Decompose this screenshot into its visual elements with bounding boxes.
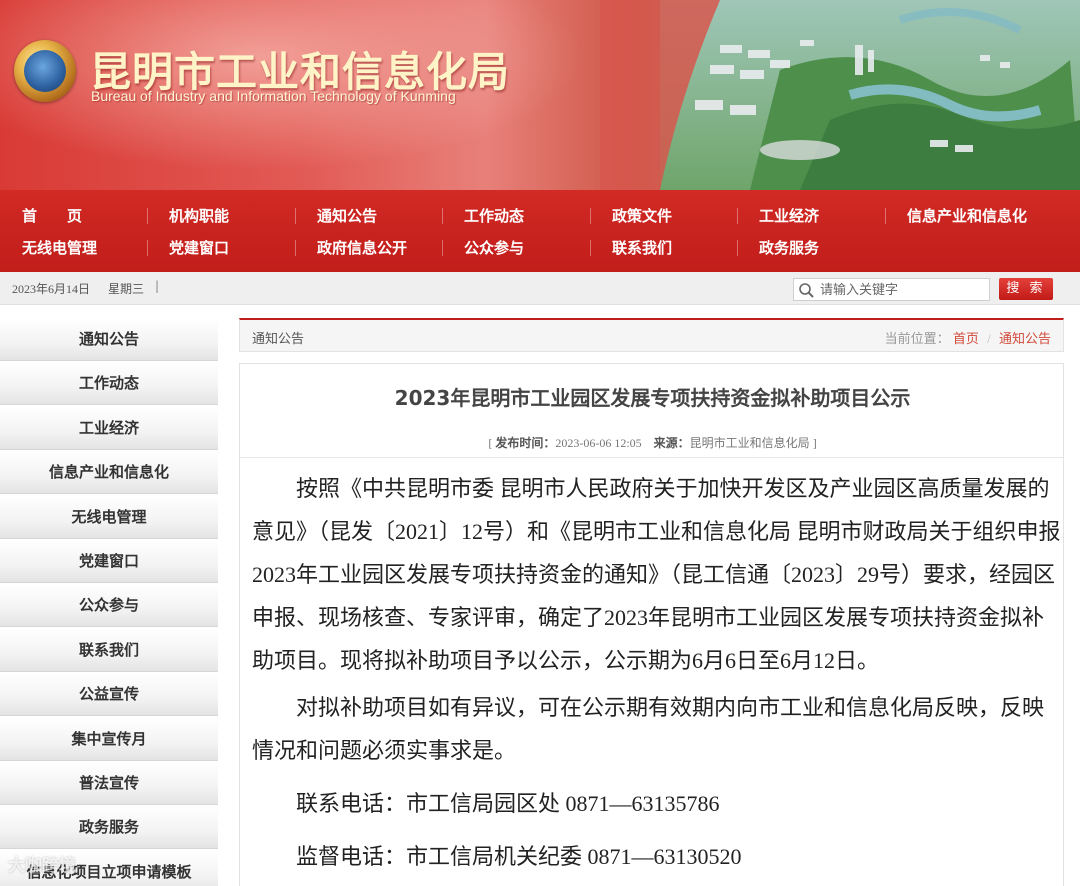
nav-item-industrial-economy[interactable]: 工业经济: [737, 202, 884, 230]
article-paragraph: 对拟补助项目如有异议，可在公示期有效期内向市工业和信息化局反映，反映情况和问题必…: [252, 695, 1045, 763]
sidebar-item-notices[interactable]: 通知公告: [0, 318, 218, 361]
sidebar-item-industrial-economy[interactable]: 工业经济: [0, 406, 218, 450]
nav-item-info-industry[interactable]: 信息产业和信息化: [885, 202, 1080, 230]
article: 2023年昆明市工业园区发展专项扶持资金拟补助项目公示 [ 发布时间：2023-…: [239, 363, 1064, 886]
nav-item-policy[interactable]: 政策文件: [590, 202, 737, 230]
current-weekday: 星期三: [108, 282, 145, 296]
search-icon: [799, 283, 814, 298]
sidebar-item-public-participation[interactable]: 公众参与: [0, 584, 218, 628]
nav-item-public-participation[interactable]: 公众参与: [442, 234, 589, 262]
publish-time-label: 发布时间：: [495, 436, 556, 450]
breadcrumb-home-link[interactable]: 首页: [953, 331, 979, 346]
watermark: 大咖跨境: [8, 856, 76, 876]
search-box: [793, 278, 990, 301]
meta-divider: [240, 457, 1063, 458]
publish-time: 2023-06-06 12:05: [555, 436, 642, 450]
sidebar-item-party[interactable]: 党建窗口: [0, 539, 218, 583]
sidebar: 通知公告 工作动态 工业经济 信息产业和信息化 无线电管理 党建窗口 公众参与 …: [0, 318, 218, 886]
sidebar-item-contact[interactable]: 联系我们: [0, 628, 218, 672]
info-separator: |: [155, 279, 160, 293]
nav-item-radio[interactable]: 无线电管理: [0, 234, 147, 262]
nav-item-gov-service[interactable]: 政务服务: [737, 234, 884, 262]
search-input[interactable]: [820, 280, 986, 300]
nav-row-2: 无线电管理 党建窗口 政府信息公开 公众参与 联系我们 政务服务: [0, 234, 1080, 262]
article-paragraph: 按照《中共昆明市委 昆明市人民政府关于加快开发区及产业园区高质量发展的意见》（昆…: [252, 476, 1061, 673]
source-label: 来源：: [653, 436, 690, 450]
search-button[interactable]: 搜 索: [999, 278, 1053, 300]
nav-item-notices[interactable]: 通知公告: [295, 202, 442, 230]
bureau-logo-icon[interactable]: [14, 40, 76, 102]
breadcrumb-path: 当前位置： 首页 / 通知公告: [885, 328, 1051, 347]
nav-item-party[interactable]: 党建窗口: [147, 234, 294, 262]
nav-item-gov-info[interactable]: 政府信息公开: [295, 234, 442, 262]
site-banner: 昆明市工业和信息化局 Bureau of Industry and Inform…: [0, 0, 1080, 190]
contact-phone: 联系电话：市工信局园区处 0871—63135786: [296, 791, 720, 816]
nav-item-work-news[interactable]: 工作动态: [442, 202, 589, 230]
meta-close-bracket: ]: [812, 436, 817, 450]
site-subtitle: Bureau of Industry and Information Techn…: [91, 88, 456, 104]
nav-row-1: 首 页 机构职能 通知公告 工作动态 政策文件 工业经济 信息产业和信息化: [0, 202, 1080, 230]
sidebar-item-law[interactable]: 普法宣传: [0, 761, 218, 805]
sidebar-item-campaign-month[interactable]: 集中宣传月: [0, 717, 218, 761]
sidebar-item-radio[interactable]: 无线电管理: [0, 495, 218, 539]
info-bar: 2023年6月14日 星期三 | 搜 索: [0, 272, 1080, 305]
breadcrumb-separator: /: [987, 331, 991, 346]
banner-park-scene-image: [600, 0, 1080, 190]
supervision-phone: 监督电话：市工信局机关纪委 0871—63130520: [296, 844, 742, 869]
breadcrumb-current-link[interactable]: 通知公告: [999, 331, 1051, 346]
nav-item-organization[interactable]: 机构职能: [147, 202, 294, 230]
current-date: 2023年6月14日: [12, 282, 91, 296]
sidebar-item-work-news[interactable]: 工作动态: [0, 362, 218, 406]
sidebar-item-info-industry[interactable]: 信息产业和信息化: [0, 451, 218, 495]
source-value: 昆明市工业和信息化局: [689, 436, 810, 450]
breadcrumb: 通知公告 当前位置： 首页 / 通知公告: [239, 318, 1064, 352]
article-meta: [ 发布时间：2023-06-06 12:05 来源：昆明市工业和信息化局 ]: [240, 434, 1065, 451]
main-nav: 首 页 机构职能 通知公告 工作动态 政策文件 工业经济 信息产业和信息化 无线…: [0, 190, 1080, 272]
article-body: 按照《中共昆明市委 昆明市人民政府关于加快开发区及产业园区高质量发展的意见》（昆…: [252, 467, 1064, 878]
sidebar-item-public-welfare[interactable]: 公益宣传: [0, 673, 218, 717]
breadcrumb-label: 当前位置：: [884, 331, 950, 346]
meta-open-bracket: [: [488, 436, 493, 450]
sidebar-item-gov-service[interactable]: 政务服务: [0, 806, 218, 850]
section-title: 通知公告: [252, 331, 305, 346]
nav-item-contact[interactable]: 联系我们: [590, 234, 737, 262]
article-title: 2023年昆明市工业园区发展专项扶持资金拟补助项目公示: [394, 386, 911, 410]
nav-item-home[interactable]: 首 页: [0, 202, 147, 230]
